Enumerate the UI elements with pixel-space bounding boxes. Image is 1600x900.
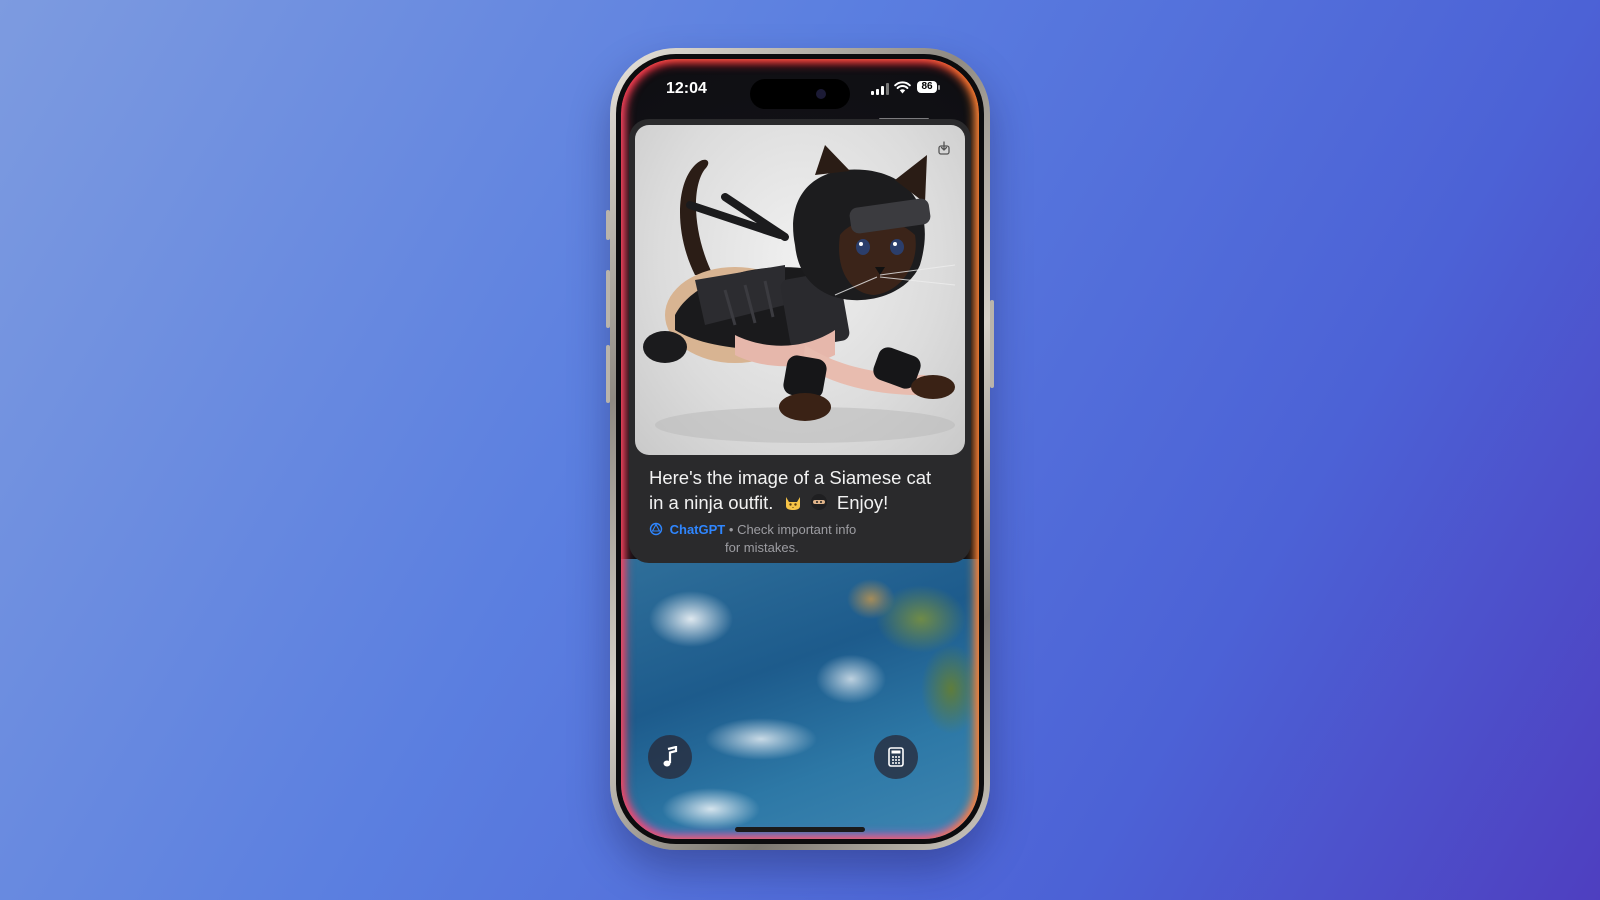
battery-tip bbox=[938, 85, 940, 90]
chatgpt-logo-icon bbox=[649, 522, 663, 536]
siamese-ninja-cat-illustration bbox=[643, 145, 956, 443]
source-name[interactable]: ChatGPT bbox=[670, 522, 726, 537]
generated-image[interactable] bbox=[635, 125, 965, 455]
music-note-icon bbox=[663, 746, 678, 767]
wifi-icon bbox=[894, 81, 911, 94]
chatgpt-notification-card[interactable]: Here's the image of a Siamese cat in a n… bbox=[629, 119, 971, 563]
calculator-icon bbox=[888, 747, 904, 767]
lock-screen: 12:04 86 Here's the image of a Siamese c… bbox=[621, 59, 979, 839]
message-line-2: in a ninja outfit. Enjoy! bbox=[649, 490, 949, 515]
message-line-1: Here's the image of a Siamese cat bbox=[649, 467, 932, 488]
footer-line-1: ChatGPT • Check important info bbox=[649, 521, 949, 539]
separator-dot: • bbox=[728, 522, 734, 537]
message-line-2-text: in a ninja outfit. bbox=[649, 492, 774, 513]
message-line-2-end: Enjoy! bbox=[836, 492, 889, 513]
music-shortcut-button[interactable] bbox=[648, 735, 692, 779]
cat-face-emoji bbox=[785, 497, 800, 510]
status-time: 12:04 bbox=[666, 80, 707, 97]
status-bar: 12:04 86 bbox=[621, 77, 979, 120]
action-button bbox=[606, 210, 610, 240]
power-button bbox=[990, 300, 994, 388]
volume-down-button bbox=[606, 345, 610, 403]
dynamic-island bbox=[750, 79, 850, 109]
calculator-shortcut-button[interactable] bbox=[874, 735, 918, 779]
disclaimer-part-1: Check important info bbox=[737, 522, 857, 537]
save-image-icon bbox=[938, 141, 950, 155]
cellular-signal-icon bbox=[871, 83, 889, 95]
battery-icon: 86 bbox=[917, 81, 937, 93]
ninja-emoji bbox=[810, 494, 827, 510]
save-image-button[interactable] bbox=[933, 137, 955, 159]
volume-up-button bbox=[606, 270, 610, 328]
home-indicator[interactable] bbox=[735, 827, 865, 832]
response-message: Here's the image of a Siamese cat in a n… bbox=[649, 465, 949, 515]
notification-footer: ChatGPT • Check important info for mista… bbox=[649, 521, 949, 557]
disclaimer-part-2: for mistakes. bbox=[725, 540, 799, 555]
front-camera bbox=[816, 89, 826, 99]
earth-wallpaper bbox=[621, 559, 979, 839]
